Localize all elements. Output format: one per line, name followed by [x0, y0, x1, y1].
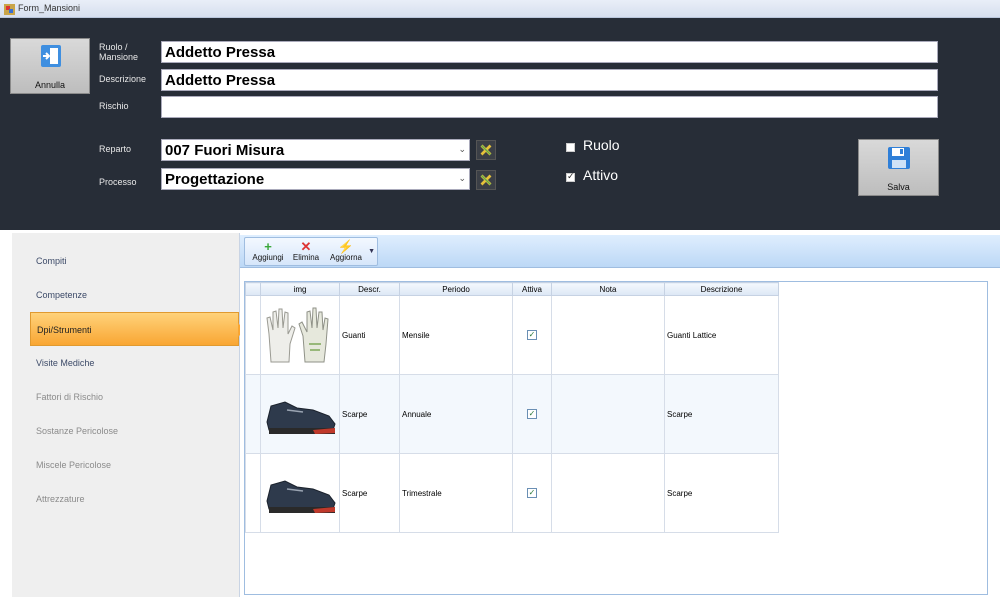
elimina-label: Elimina [292, 253, 320, 262]
title-bar: Form_Mansioni [0, 0, 1000, 18]
dpi-table: img Descr. Periodo Attiva Nota Descrizio… [245, 282, 779, 533]
toolbar-overflow-icon[interactable]: ▼ [368, 248, 375, 255]
table-row[interactable]: Scarpe Annuale ✓ Scarpe [245, 374, 779, 454]
aggiungi-label: Aggiungi [252, 253, 284, 262]
attiva-checkbox[interactable]: ✓ [527, 409, 537, 419]
nota-cell[interactable] [551, 295, 665, 375]
descrizione-cell: Scarpe [664, 374, 779, 454]
gloves-icon [266, 307, 329, 363]
safety-shoe-icon [266, 480, 336, 513]
periodo-cell: Trimestrale [399, 453, 513, 533]
shoe-image [260, 453, 340, 533]
chevron-down-icon[interactable]: ⌄ [458, 144, 466, 155]
delete-x-icon: ✕ [300, 239, 312, 254]
attiva-checkbox[interactable]: ✓ [527, 488, 537, 498]
processo-value: Progettazione [165, 171, 265, 188]
annulla-button[interactable]: Annulla [10, 38, 90, 94]
main-panel: + Aggiungi ✕ Elimina ⚡ Aggiorna ▼ img De… [240, 233, 1000, 597]
rischio-field[interactable] [161, 96, 938, 118]
table-row[interactable]: Scarpe Trimestrale ✓ Scarpe [245, 453, 779, 533]
chevron-down-icon[interactable]: ⌄ [458, 173, 466, 184]
plus-icon: + [264, 239, 272, 254]
descr-cell: Scarpe [339, 374, 400, 454]
column-header-attiva[interactable]: Attiva [512, 282, 552, 296]
processo-clear-button[interactable] [476, 170, 496, 190]
attivo-check-label: Attivo [583, 167, 619, 183]
sidebar-item-fattori-di-rischio[interactable]: Fattori di Rischio [30, 380, 239, 414]
row-header-corner [245, 282, 261, 296]
column-header-img[interactable]: img [260, 282, 340, 296]
row-header[interactable] [245, 374, 261, 454]
descrizione-cell: Guanti Lattice [664, 295, 779, 375]
ruolo-checkbox[interactable] [566, 143, 575, 152]
toolbar-group: + Aggiungi ✕ Elimina ⚡ Aggiorna ▼ [244, 237, 378, 266]
sidebar-item-dpi-strumenti[interactable]: Dpi/Strumenti [30, 312, 245, 346]
ruolo-check-label: Ruolo [583, 137, 620, 153]
gloves-image [260, 295, 340, 375]
elimina-button[interactable]: ✕ Elimina [289, 240, 323, 264]
shoe-image [260, 374, 340, 454]
floppy-disk-icon [888, 147, 910, 169]
sidebar-item-visite-mediche[interactable]: Visite Mediche [30, 346, 239, 380]
data-grid: img Descr. Periodo Attiva Nota Descrizio… [244, 281, 988, 595]
reparto-label: Reparto [99, 144, 132, 154]
clear-x-icon [480, 174, 492, 186]
row-header[interactable] [245, 295, 261, 375]
checkmark-icon: ✓ [567, 171, 575, 181]
descrizione-label: Descrizione [99, 74, 147, 84]
processo-combo[interactable]: Progettazione ⌄ [161, 168, 470, 190]
nota-cell[interactable] [551, 374, 665, 454]
periodo-cell: Annuale [399, 374, 513, 454]
sidebar: Compiti Competenze Dpi/Strumenti Visite … [12, 233, 245, 597]
sidebar-item-sostanze-pericolose[interactable]: Sostanze Pericolose [30, 414, 239, 448]
attiva-cell[interactable]: ✓ [512, 453, 552, 533]
sidebar-item-attrezzature[interactable]: Attrezzature [30, 482, 239, 516]
processo-label: Processo [99, 177, 137, 187]
rischio-label: Rischio [99, 101, 129, 111]
descr-cell: Guanti [339, 295, 400, 375]
salva-button[interactable]: Salva [858, 139, 939, 196]
exit-door-icon [41, 45, 61, 67]
descr-cell: Scarpe [339, 453, 400, 533]
descrizione-field[interactable]: Addetto Pressa [161, 69, 938, 91]
aggiorna-button[interactable]: ⚡ Aggiorna [325, 240, 367, 264]
lightning-icon: ⚡ [337, 239, 355, 254]
salva-label: Salva [887, 182, 910, 192]
attiva-cell[interactable]: ✓ [512, 374, 552, 454]
reparto-combo[interactable]: 007 Fuori Misura ⌄ [161, 139, 470, 161]
column-header-descrizione[interactable]: Descrizione [664, 282, 779, 296]
sidebar-item-competenze[interactable]: Competenze [30, 278, 239, 312]
table-header-row: img Descr. Periodo Attiva Nota Descrizio… [245, 282, 779, 296]
column-header-periodo[interactable]: Periodo [399, 282, 513, 296]
clear-x-icon [480, 144, 492, 156]
attiva-cell[interactable]: ✓ [512, 295, 552, 375]
header-panel: Annulla Ruolo / Mansione Addetto Pressa … [0, 18, 1000, 230]
sidebar-item-compiti[interactable]: Compiti [30, 244, 239, 278]
table-row[interactable]: Guanti Mensile ✓ Guanti Lattice [245, 295, 779, 375]
ruolo-mansione-field[interactable]: Addetto Pressa [161, 41, 938, 63]
sidebar-item-miscele-pericolose[interactable]: Miscele Pericolose [30, 448, 239, 482]
column-header-nota[interactable]: Nota [551, 282, 665, 296]
reparto-value: 007 Fuori Misura [165, 142, 285, 159]
column-header-descr[interactable]: Descr. [339, 282, 400, 296]
aggiungi-button[interactable]: + Aggiungi [249, 240, 287, 264]
attiva-checkbox[interactable]: ✓ [527, 330, 537, 340]
row-header[interactable] [245, 453, 261, 533]
ruolo-mansione-label: Ruolo / Mansione [99, 42, 139, 62]
descrizione-cell: Scarpe [664, 453, 779, 533]
annulla-label: Annulla [34, 80, 66, 90]
window-title: Form_Mansioni [18, 3, 81, 13]
nota-cell[interactable] [551, 453, 665, 533]
safety-shoe-icon [266, 401, 336, 434]
toolbar: + Aggiungi ✕ Elimina ⚡ Aggiorna ▼ [240, 235, 1000, 268]
periodo-cell: Mensile [399, 295, 513, 375]
aggiorna-label: Aggiorna [329, 253, 363, 262]
reparto-clear-button[interactable] [476, 140, 496, 160]
attivo-checkbox[interactable]: ✓ [566, 171, 575, 182]
app-icon [4, 4, 15, 15]
